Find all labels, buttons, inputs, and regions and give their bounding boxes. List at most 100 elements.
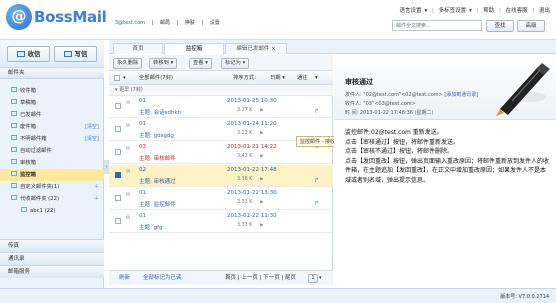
folder-inbox[interactable]: 收件箱 bbox=[0, 85, 104, 97]
pager-label[interactable]: 通往 bbox=[297, 71, 308, 85]
top-sep: | bbox=[499, 8, 501, 14]
row-checkbox[interactable] bbox=[115, 172, 121, 178]
close-icon[interactable]: × bbox=[271, 46, 276, 52]
row-checkbox[interactable] bbox=[115, 103, 121, 109]
write-button[interactable]: 写信 bbox=[54, 46, 97, 62]
folder-custom[interactable]: 自定义邮件夹(1) ＋ bbox=[0, 181, 104, 193]
post-office-link[interactable]: 邮局 bbox=[160, 20, 170, 26]
add-folder-icon[interactable]: ＋ bbox=[94, 181, 99, 193]
time-label: 时 间: bbox=[345, 110, 359, 116]
add-collect-icon[interactable]: ＋ bbox=[94, 193, 99, 205]
sidebar-item-services[interactable]: 邮箱服务 bbox=[0, 265, 104, 278]
user-sep: | bbox=[151, 20, 155, 26]
tab-edit-sent[interactable]: 编辑已发邮件 × bbox=[225, 43, 287, 54]
tab-home[interactable]: 首页 bbox=[113, 43, 163, 54]
chevron-down-icon[interactable]: ▾ bbox=[123, 71, 126, 85]
group-header[interactable]: ▾ 更早 (7封) bbox=[109, 85, 333, 96]
envelope-icon: ✉ bbox=[126, 192, 131, 198]
reply-icon[interactable]: ↱ bbox=[314, 108, 319, 115]
receive-button[interactable]: 收信 bbox=[7, 46, 50, 62]
row-checkbox[interactable] bbox=[115, 218, 121, 224]
top-sep: | bbox=[532, 8, 535, 14]
folder-label: 收件箱 bbox=[20, 88, 36, 94]
footer: 版本号: V7.0.0.2714 bbox=[0, 288, 556, 303]
row-checkbox[interactable] bbox=[115, 149, 121, 155]
table-row[interactable]: ✉ 01 主题: gfg 2013-01-22 11:30 3.33 K ⚑ bbox=[109, 211, 333, 233]
top-sep: | bbox=[431, 8, 434, 14]
all-emails-label: 全部邮件(7封) bbox=[139, 75, 173, 81]
preview-header: 审核通过 发件人: "02@test.com"<02@test.com> [添加… bbox=[334, 55, 556, 120]
tab-label: 编辑已发邮件 bbox=[236, 46, 270, 52]
help-link[interactable]: 帮助 bbox=[483, 8, 494, 14]
advanced-search-button[interactable]: 高级 bbox=[517, 20, 545, 32]
flag-icon[interactable]: ⚑ bbox=[259, 223, 263, 229]
add-to-contacts-link[interactable]: [添加到通讯录] bbox=[444, 92, 478, 98]
sidebar-item-contacts[interactable]: 通讯录 bbox=[0, 252, 104, 265]
logout-link[interactable]: 退出 bbox=[539, 8, 550, 14]
table-row[interactable]: ✉ 01 主题: 监控邮件 2013-01-22 13:30 3.33 K ⚑ … bbox=[109, 188, 333, 210]
folder-review[interactable]: 审核箱 bbox=[0, 157, 104, 169]
select-all-checkbox[interactable] bbox=[114, 75, 120, 81]
pagination[interactable]: 首页 | 上一页 | 下一页 | 尾页 bbox=[225, 271, 296, 286]
folder-sent[interactable]: 已发邮件 bbox=[0, 109, 104, 121]
row-checkbox[interactable] bbox=[115, 126, 121, 132]
sidebar-item-fax[interactable]: 传真 bbox=[0, 239, 104, 252]
empty-trash-link[interactable]: [清空] bbox=[85, 121, 99, 133]
row-size: 3.33 K bbox=[237, 223, 253, 228]
empty-junk-link[interactable]: [清空] bbox=[85, 133, 99, 145]
reply-icon[interactable]: ↱ bbox=[314, 200, 319, 207]
permanent-delete-button[interactable]: 永久删除 bbox=[113, 58, 143, 69]
chevron-down-icon[interactable]: ▾ bbox=[315, 71, 318, 85]
folder-auto-filter[interactable]: 自动过滤邮件 bbox=[0, 145, 104, 157]
move-to-button[interactable]: 转移到 ▾ bbox=[149, 58, 178, 69]
sort-dropdown[interactable]: 日期 ▾ bbox=[270, 71, 285, 85]
search-button[interactable]: 查找 bbox=[486, 20, 514, 32]
row-size: 3.33 K bbox=[237, 200, 253, 205]
sort-label: 排序方式: bbox=[233, 75, 256, 81]
folder-abc1[interactable]: abc1 (22) bbox=[0, 205, 104, 217]
table-row[interactable]: ✉ 02 主题: 审核通过 2013-01-22 17:48 3.36 K ⚑ … bbox=[109, 165, 333, 187]
search-input[interactable] bbox=[392, 20, 482, 31]
tab-bar: 首页 监控箱 编辑已发邮件 × bbox=[109, 40, 556, 55]
flag-icon[interactable]: ⚑ bbox=[259, 200, 263, 206]
folder-label: 监控箱 bbox=[20, 172, 36, 178]
multi-tab-settings-link[interactable]: 多标签设置 bbox=[439, 8, 467, 14]
row-date: 2013-01-22 11:30 bbox=[227, 213, 277, 219]
settings-link[interactable]: 设置 bbox=[210, 20, 220, 26]
skin-link[interactable]: 换肤 bbox=[185, 20, 195, 26]
table-row[interactable]: ✉ 01 主题: 会话sdhkh 2013-01-25 10:30 3.27 K… bbox=[109, 96, 333, 118]
chevron-down-icon[interactable]: ▾ bbox=[424, 8, 427, 14]
list-header: ▾ 全部邮件(7封) 排序方式: 日期 ▾ 通往 ▾ bbox=[109, 71, 333, 85]
flag-icon[interactable]: ⚑ bbox=[259, 131, 263, 137]
tab-monitor[interactable]: 监控箱 bbox=[164, 43, 224, 55]
mark-all-read-link[interactable]: 全部标记为已读 bbox=[143, 271, 182, 286]
refresh-link[interactable]: 刷新 bbox=[119, 271, 130, 286]
flag-icon[interactable]: ⚑ bbox=[259, 108, 263, 114]
folder-collect[interactable]: 代收邮件夹 (22) ＋ bbox=[0, 193, 104, 205]
folder-monitor[interactable]: 监控箱 bbox=[0, 169, 104, 181]
folder-trash[interactable]: 废件箱 [清空] bbox=[0, 121, 104, 133]
page-number-select[interactable]: 1 bbox=[308, 274, 318, 283]
flag-icon[interactable]: ⚑ bbox=[259, 154, 263, 160]
flag-icon[interactable]: ⚑ bbox=[259, 177, 263, 183]
row-subject: 主题: 审核通过 bbox=[139, 179, 176, 185]
forward-icon[interactable]: ↱ bbox=[314, 177, 319, 184]
user-email: 3@test.com bbox=[115, 20, 146, 26]
chevron-down-icon[interactable]: ▾ bbox=[469, 8, 472, 14]
row-date: 2013-01-22 17:48 bbox=[227, 167, 277, 173]
logo[interactable]: @ BossMail bbox=[6, 4, 107, 30]
mark-as-button[interactable]: 标记为 ▾ bbox=[221, 58, 250, 69]
row-checkbox[interactable] bbox=[115, 195, 121, 201]
folder-drafts[interactable]: 草稿箱 bbox=[0, 97, 104, 109]
view-button[interactable]: 查看 ▾ bbox=[189, 58, 212, 69]
row-size: 3.36 K bbox=[237, 177, 253, 182]
envelope-open-icon: ✉ bbox=[126, 169, 131, 175]
language-settings-link[interactable]: 语言设置 bbox=[399, 8, 421, 14]
folder-junk[interactable]: 不明邮件箱 [清空] bbox=[0, 133, 104, 145]
chevron-down-icon[interactable]: ▾ bbox=[319, 271, 322, 286]
online-support-link[interactable]: 在线客服 bbox=[506, 8, 528, 14]
time-value: 2013-01-22 17:48:36 (星期二) bbox=[359, 110, 434, 116]
folder-label: 自动过滤邮件 bbox=[20, 148, 52, 154]
envelope-icon: ✉ bbox=[126, 215, 131, 221]
folders-title[interactable]: 邮件夹 bbox=[0, 68, 104, 79]
